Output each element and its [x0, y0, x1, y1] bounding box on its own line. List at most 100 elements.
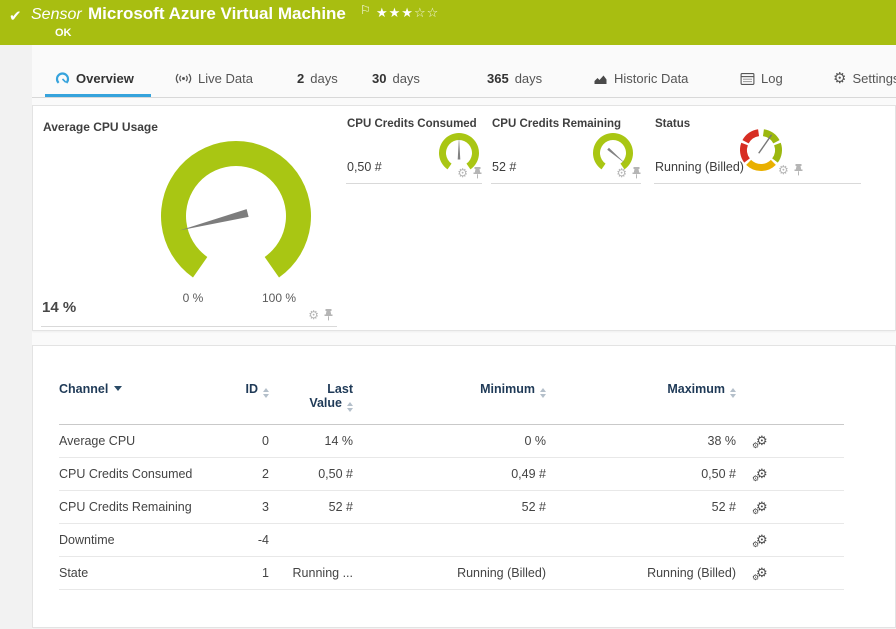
settings-gear-icon: ⚙	[833, 71, 846, 86]
channel-id: 0	[239, 425, 269, 458]
sensor-title: Microsoft Azure Virtual Machine	[88, 4, 346, 24]
channel-settings-cell: ⚙⚙	[736, 458, 844, 491]
gauge-scale-max: 100 %	[249, 291, 309, 305]
prtg-sensor-page: ✔ Sensor Microsoft Azure Virtual Machine…	[0, 0, 896, 629]
gauge-settings-icon[interactable]: ⚙	[778, 164, 789, 176]
tab-overview[interactable]: Overview	[55, 60, 134, 97]
column-header-actions	[736, 382, 844, 425]
gauge-scale-min: 0 %	[163, 291, 223, 305]
tab-label: Historic Data	[614, 71, 688, 86]
gauge-settings-icon[interactable]: ⚙	[616, 167, 627, 179]
channels-card: Channel ID Last Value Minimum Maximum	[32, 345, 896, 628]
credits-consumed-gauge-panel[interactable]: CPU Credits Consumed 0,50 # ⚙	[346, 114, 482, 184]
channel-settings-cell: ⚙⚙	[736, 524, 844, 557]
channel-last-value: 0,50 #	[269, 458, 353, 491]
channel-minimum: 52 #	[353, 491, 546, 524]
channel-id: 1	[239, 557, 269, 590]
channel-last-value	[269, 524, 353, 557]
active-tab-indicator	[45, 94, 151, 97]
tab-30-days[interactable]: 30 days	[372, 60, 420, 97]
tab-settings[interactable]: ⚙ Settings	[833, 60, 896, 97]
gauge-settings-icon[interactable]: ⚙	[308, 309, 319, 321]
channel-settings-cell: ⚙⚙	[736, 491, 844, 524]
pin-icon[interactable]	[324, 309, 333, 321]
credits-remaining-gauge-panel[interactable]: CPU Credits Remaining 52 # ⚙	[491, 114, 641, 184]
gauge-needle	[179, 209, 249, 234]
average-cpu-gauge	[136, 136, 336, 296]
live-data-icon	[175, 72, 192, 85]
tab-365-days[interactable]: 365 days	[487, 60, 542, 97]
gauge-settings-icon[interactable]: ⚙	[457, 167, 468, 179]
tab-number: 2	[297, 71, 304, 86]
channel-maximum: Running (Billed)	[546, 557, 736, 590]
table-row[interactable]: CPU Credits Consumed20,50 #0,49 #0,50 #⚙…	[59, 458, 844, 491]
channel-id: -4	[239, 524, 269, 557]
column-header-channel[interactable]: Channel	[59, 382, 239, 425]
sensor-type-label: Sensor	[31, 6, 82, 24]
log-list-icon	[740, 73, 755, 85]
column-header-last-value[interactable]: Last Value	[269, 382, 353, 425]
channel-settings-cell: ⚙⚙	[736, 557, 844, 590]
channel-name: CPU Credits Remaining	[59, 491, 239, 524]
tab-label: Settings	[852, 71, 896, 86]
channel-settings-icon[interactable]: ⚙⚙	[756, 533, 768, 547]
channel-minimum: Running (Billed)	[353, 557, 546, 590]
tab-number: 30	[372, 71, 386, 86]
channel-id: 3	[239, 491, 269, 524]
sort-icon	[347, 402, 353, 412]
status-gauge-panel[interactable]: Status Running (Billed) ⚙	[654, 114, 861, 184]
channel-name: Downtime	[59, 524, 239, 557]
channel-minimum: 0,49 #	[353, 458, 546, 491]
tab-2-days[interactable]: 2 days	[297, 60, 338, 97]
sort-icon	[540, 388, 546, 398]
sort-icon	[263, 388, 269, 398]
channel-settings-icon[interactable]: ⚙⚙	[756, 566, 768, 580]
channel-name: CPU Credits Consumed	[59, 458, 239, 491]
rating-stars[interactable]: ★★★☆☆	[376, 5, 439, 21]
average-cpu-gauge-panel[interactable]: Average CPU Usage 0 % 100 % 14 % ⚙	[41, 114, 337, 327]
channel-settings-icon[interactable]: ⚙⚙	[756, 500, 768, 514]
sort-icon	[730, 388, 736, 398]
channel-last-value: 14 %	[269, 425, 353, 458]
sort-desc-icon	[114, 386, 122, 391]
tab-log[interactable]: Log	[740, 60, 783, 97]
channel-settings-icon[interactable]: ⚙⚙	[756, 434, 768, 448]
gauge-value: Running (Billed)	[655, 160, 744, 174]
tab-historic-data[interactable]: Historic Data	[593, 60, 688, 97]
channel-settings-icon[interactable]: ⚙⚙	[756, 467, 768, 481]
tab-live-data[interactable]: Live Data	[175, 60, 253, 97]
column-header-minimum[interactable]: Minimum	[353, 382, 546, 425]
channel-name: State	[59, 557, 239, 590]
column-header-maximum[interactable]: Maximum	[546, 382, 736, 425]
channel-table-body: Average CPU014 %0 %38 %⚙⚙CPU Credits Con…	[59, 425, 844, 590]
gauge-title: CPU Credits Remaining	[492, 118, 621, 130]
tab-label: Live Data	[198, 71, 253, 86]
channel-last-value: 52 #	[269, 491, 353, 524]
historic-chart-icon	[593, 73, 608, 85]
tab-label: days	[515, 71, 542, 86]
gauge-needle	[607, 148, 626, 165]
column-header-id[interactable]: ID	[239, 382, 269, 425]
tab-label: Log	[761, 71, 783, 86]
channel-settings-cell: ⚙⚙	[736, 425, 844, 458]
pin-icon[interactable]	[632, 167, 641, 179]
gauge-value: 14 %	[42, 299, 76, 316]
sensor-ok-check-icon: ✔	[9, 7, 22, 25]
tab-label: Overview	[76, 71, 134, 86]
tab-label: days	[392, 71, 419, 86]
gauges-card: Average CPU Usage 0 % 100 % 14 % ⚙ CPU C…	[32, 105, 896, 331]
pin-icon[interactable]	[473, 167, 482, 179]
table-row[interactable]: Downtime-4 ⚙⚙	[59, 524, 844, 557]
channel-id: 2	[239, 458, 269, 491]
table-row[interactable]: CPU Credits Remaining352 #52 #52 #⚙⚙	[59, 491, 844, 524]
pin-icon[interactable]	[794, 164, 803, 176]
table-row[interactable]: Average CPU014 %0 %38 %⚙⚙	[59, 425, 844, 458]
table-row[interactable]: State1Running ...Running (Billed)Running…	[59, 557, 844, 590]
channel-last-value: Running ...	[269, 557, 353, 590]
channel-maximum: 38 %	[546, 425, 736, 458]
gauge-icon	[55, 72, 70, 86]
tab-label: days	[310, 71, 337, 86]
priority-flag-icon[interactable]: ⚐	[360, 3, 371, 17]
channel-minimum: 0 %	[353, 425, 546, 458]
sensor-tab-bar: Overview Live Data 2 days 30 days 365 da…	[0, 60, 896, 98]
